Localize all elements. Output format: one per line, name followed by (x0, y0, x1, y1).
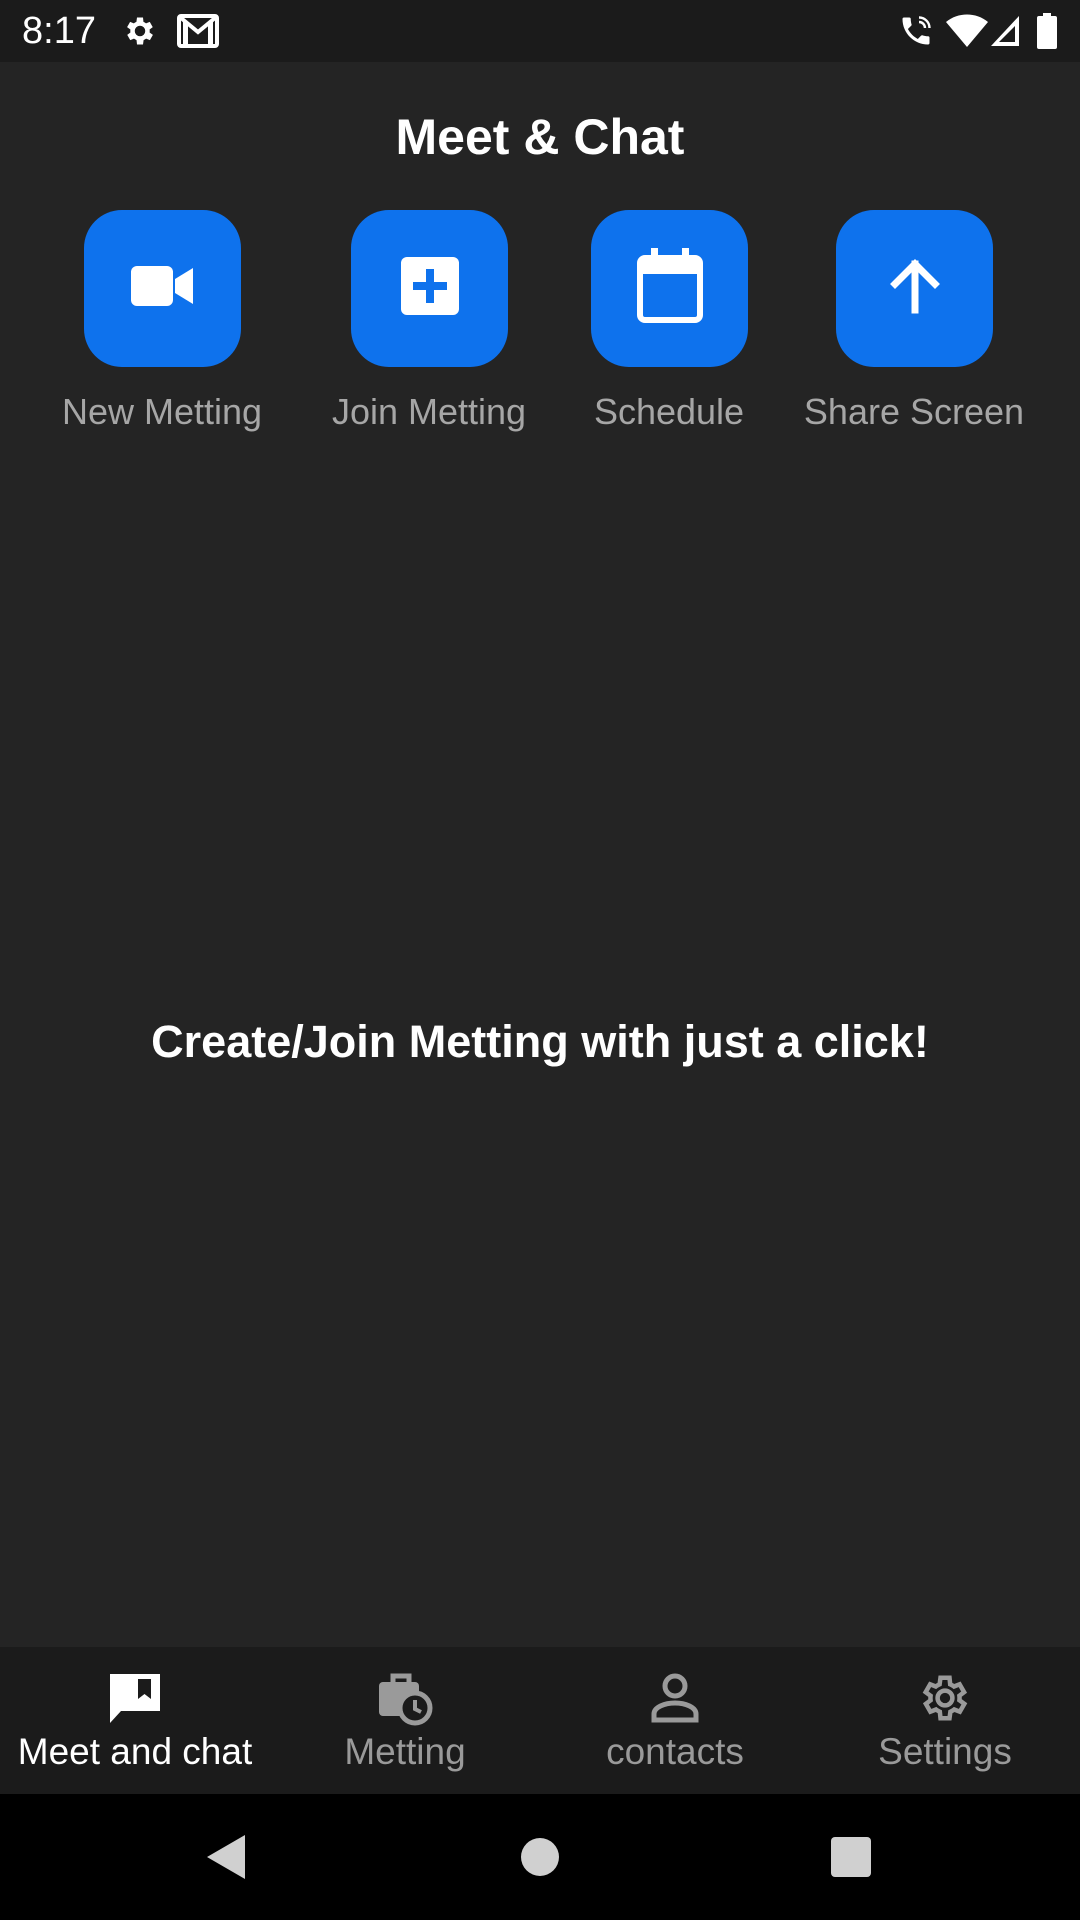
schedule-button[interactable]: Schedule (559, 210, 779, 440)
bottom-nav: Meet and chat Metting contacts Settings (0, 1647, 1080, 1794)
nav-label-settings: Settings (878, 1731, 1012, 1772)
gear-icon (120, 12, 160, 50)
schedule-tile[interactable] (591, 210, 748, 367)
back-icon[interactable] (192, 1824, 258, 1890)
new-meeting-label: New Metting (61, 391, 263, 432)
center-message: Create/Join Metting with just a click! (151, 1016, 929, 1067)
home-icon[interactable] (507, 1824, 573, 1890)
nav-label-contacts: contacts (606, 1731, 744, 1772)
join-meeting-tile[interactable] (351, 210, 508, 367)
new-meeting-button[interactable]: New Metting (52, 210, 272, 440)
nav-item-meeting[interactable]: Metting (270, 1647, 540, 1794)
nav-item-contacts[interactable]: contacts (540, 1647, 810, 1794)
system-nav-bar (0, 1794, 1080, 1920)
nav-label-meet-and-chat: Meet and chat (17, 1731, 253, 1772)
wifi-calling-icon (896, 12, 936, 50)
plus-box-icon (399, 255, 461, 322)
settings-gear-icon (810, 1669, 1080, 1727)
chat-bookmark-icon (0, 1669, 270, 1727)
status-bar: 8:17 (0, 0, 1080, 62)
new-meeting-tile[interactable] (84, 210, 241, 367)
wifi-icon (944, 12, 990, 50)
nav-label-meeting: Metting (344, 1731, 466, 1772)
battery-icon (1034, 12, 1060, 50)
video-camera-icon (130, 264, 195, 313)
page-title: Meet & Chat (395, 109, 685, 165)
schedule-label: Schedule (593, 391, 745, 432)
briefcase-clock-icon (270, 1669, 540, 1727)
status-time: 8:17 (22, 10, 96, 52)
nav-item-meet-and-chat[interactable]: Meet and chat (0, 1647, 270, 1794)
calendar-icon (636, 248, 703, 329)
join-meeting-label: Join Metting (331, 391, 527, 432)
gmail-icon (176, 12, 220, 50)
screen: 8:17 Meet & Chat New Metting Join Mettin… (0, 0, 1080, 1920)
signal-icon (988, 12, 1022, 50)
share-screen-button[interactable]: Share Screen (804, 210, 1024, 440)
share-screen-label: Share Screen (803, 391, 1025, 432)
arrow-up-icon (887, 258, 943, 319)
nav-item-settings[interactable]: Settings (810, 1647, 1080, 1794)
recents-icon[interactable] (818, 1824, 884, 1890)
share-screen-tile[interactable] (836, 210, 993, 367)
join-meeting-button[interactable]: Join Metting (319, 210, 539, 440)
person-icon (540, 1669, 810, 1727)
